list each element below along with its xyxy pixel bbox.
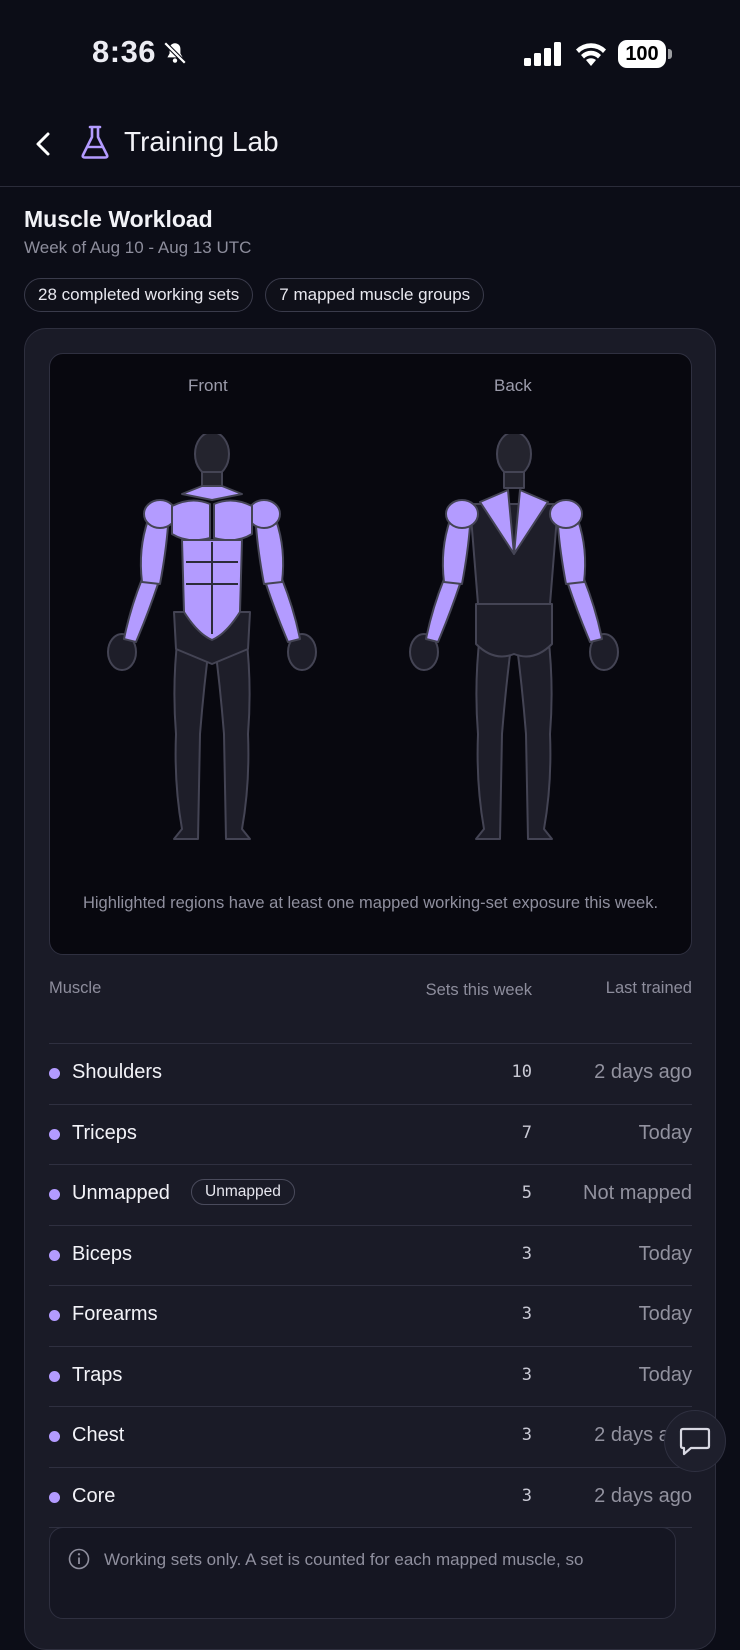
table-row: Biceps 3 Today	[49, 1226, 692, 1286]
front-body-figure	[107, 434, 317, 840]
muscle-name: Chest	[72, 1424, 125, 1446]
sets-count: 3	[521, 1243, 532, 1264]
page-title: Training Lab	[124, 126, 279, 157]
table-header: Muscle Sets this week Last trained	[49, 979, 692, 1044]
cellular-signal-icon	[524, 42, 561, 66]
sets-count: 3	[521, 1425, 532, 1445]
chip-mapped-groups: 7 mapped muscle groups	[265, 278, 485, 312]
section-subtitle: Week of Aug 10 - Aug 13 UTC	[24, 238, 252, 257]
muscle-dot	[49, 1491, 60, 1503]
table-row: Unmapped Unmapped 5 Not mapped	[49, 1165, 692, 1226]
last-trained: Not mapped	[583, 1182, 692, 1204]
muscle-dot	[49, 1431, 60, 1442]
battery-icon: 100	[618, 40, 672, 68]
last-trained: 2 days ago	[594, 1061, 692, 1083]
wifi-icon	[576, 43, 606, 66]
muscle-dot	[49, 1310, 60, 1321]
muscle-dot	[49, 1068, 60, 1079]
muscle-dot	[49, 1249, 60, 1261]
back-body-figure	[409, 434, 619, 840]
table-row: Core 3 2 days ago	[49, 1468, 692, 1528]
table-row: Chest 3 2 days ago	[49, 1407, 692, 1468]
sets-count: 3	[521, 1304, 532, 1324]
workload-card: Front Back Highlighted regions have at l…	[24, 328, 716, 1650]
flask-icon	[81, 125, 109, 159]
info-note: Working sets only. A set is counted for …	[49, 1527, 676, 1619]
muscle-name: Shoulders	[72, 1061, 163, 1083]
info-note-text: Working sets only. A set is counted for …	[104, 1550, 584, 1569]
battery-level: 100	[618, 40, 666, 68]
last-trained: Today	[638, 1121, 692, 1144]
muscle-name: Traps	[72, 1363, 123, 1386]
section-title: Muscle Workload	[24, 206, 213, 232]
muscle-name: Forearms	[72, 1303, 158, 1325]
status-time: 8:36	[92, 34, 157, 69]
last-trained: Today	[638, 1303, 692, 1325]
battery-tip	[668, 49, 672, 59]
table-row: Forearms 3 Today	[49, 1286, 692, 1347]
front-label: Front	[188, 376, 228, 395]
last-trained: Today	[638, 1242, 692, 1265]
table-row: Traps 3 Today	[49, 1347, 692, 1407]
muscle-dot	[49, 1128, 60, 1140]
sets-count: 3	[521, 1364, 532, 1385]
sets-count: 3	[521, 1485, 532, 1506]
chevron-left-icon[interactable]	[28, 128, 60, 160]
header-last-trained: Last trained	[605, 979, 692, 997]
muscle-table: Muscle Sets this week Last trained Shoul…	[49, 979, 692, 1528]
bell-slash-icon	[163, 41, 187, 65]
muscle-name: Biceps	[72, 1242, 133, 1265]
muscle-name: Core	[72, 1484, 116, 1507]
body-map: Front Back Highlighted regions have at l…	[49, 353, 692, 955]
table-row: Shoulders 10 2 days ago	[49, 1044, 692, 1105]
chip-completed-sets: 28 completed working sets	[24, 278, 254, 312]
muscle-name: Unmapped	[72, 1182, 170, 1204]
table-row: Triceps 7 Today	[49, 1105, 692, 1165]
unmapped-badge: Unmapped	[191, 1179, 295, 1205]
sets-count: 10	[511, 1062, 532, 1082]
muscle-name: Triceps	[72, 1121, 137, 1144]
muscle-dot	[49, 1370, 60, 1382]
last-trained: Today	[638, 1363, 692, 1386]
back-label: Back	[494, 376, 532, 395]
muscle-dot	[49, 1189, 60, 1200]
app-header: Training Lab	[0, 110, 740, 187]
header-sets: Sets this week	[425, 981, 532, 999]
header-muscle: Muscle	[49, 979, 102, 997]
status-bar: 8:36 100	[0, 0, 740, 100]
summary-chips: 28 completed working sets 7 mapped muscl…	[24, 278, 485, 312]
last-trained: 2 days ago	[594, 1484, 692, 1507]
chat-bubble-icon	[679, 1427, 711, 1456]
sets-count: 7	[521, 1122, 532, 1143]
chat-button[interactable]	[664, 1410, 726, 1472]
body-map-caption: Highlighted regions have at least one ma…	[82, 894, 659, 912]
info-icon	[68, 1548, 90, 1570]
sets-count: 5	[521, 1183, 532, 1203]
